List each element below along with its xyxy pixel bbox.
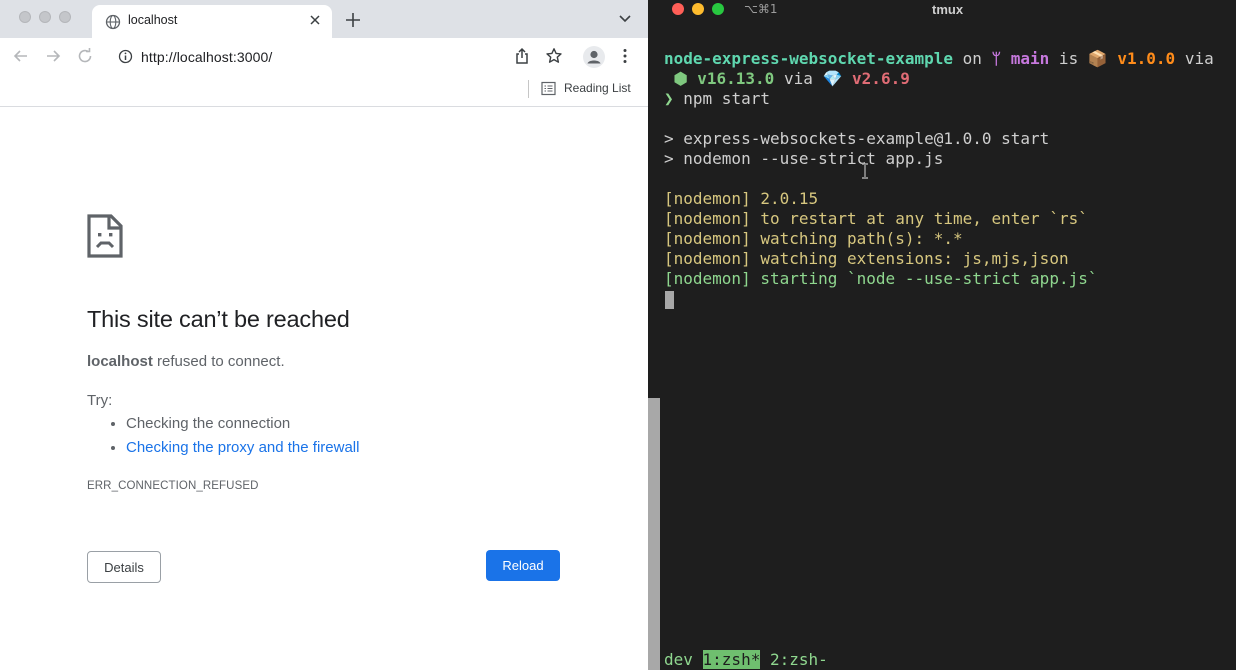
details-button[interactable]: Details bbox=[87, 551, 161, 583]
text-cursor-icon bbox=[862, 163, 868, 179]
prompt-ruby-version: v2.6.9 bbox=[842, 69, 910, 88]
tmux-window-2[interactable]: 2:zsh- bbox=[760, 650, 828, 669]
prompt-branch: main bbox=[1001, 49, 1050, 68]
output-line: > express-websockets-example@1.0.0 start bbox=[664, 129, 1050, 148]
tmux-window-1[interactable]: 1:zsh* bbox=[702, 650, 761, 669]
share-icon[interactable] bbox=[513, 47, 531, 65]
suggestion-check-proxy-link[interactable]: Checking the proxy and the firewall bbox=[126, 439, 359, 456]
error-code: ERR_CONNECTION_REFUSED bbox=[87, 480, 259, 492]
prompt-project: node-express-websocket-example bbox=[664, 49, 953, 68]
nodemon-line: [nodemon] to restart at any time, enter … bbox=[664, 209, 1088, 228]
browser-toolbar: http://localhost:3000/ bbox=[0, 38, 648, 75]
reading-list-button[interactable]: Reading List bbox=[564, 81, 631, 95]
prompt-is: is bbox=[1049, 49, 1088, 68]
error-description: localhost refused to connect. bbox=[87, 353, 285, 370]
terminal-shortcut: ⌥⌘1 bbox=[744, 2, 778, 16]
bookmarks-divider bbox=[528, 80, 529, 98]
tmux-status-bar: dev 1:zsh* 2:zsh- bbox=[664, 650, 828, 670]
nodemon-line: [nodemon] watching extensions: js,mjs,js… bbox=[664, 249, 1069, 268]
terminal-close-button[interactable] bbox=[672, 3, 684, 15]
prompt-node-version: v16.13.0 bbox=[687, 69, 775, 88]
reading-list-icon[interactable] bbox=[541, 81, 556, 96]
node-icon: ⬢ bbox=[673, 69, 688, 88]
error-page: This site can’t be reached localhost ref… bbox=[0, 107, 648, 670]
terminal-minimize-button[interactable] bbox=[692, 3, 704, 15]
star-icon[interactable] bbox=[545, 47, 563, 65]
chevron-down-icon[interactable] bbox=[618, 14, 632, 24]
terminal-titlebar: ⌥⌘1 tmux bbox=[660, 0, 1236, 18]
list-item: Checking the proxy and the firewall bbox=[126, 437, 359, 461]
error-message: refused to connect. bbox=[152, 353, 285, 370]
window-zoom-button[interactable] bbox=[59, 11, 71, 23]
nodemon-line: [nodemon] watching path(s): *.* bbox=[664, 229, 963, 248]
output-line: > nodemon --use-strict app.js bbox=[664, 149, 944, 168]
terminal-title: tmux bbox=[932, 2, 964, 17]
tab-localhost[interactable]: localhost bbox=[92, 5, 332, 38]
prompt-chevron: ❯ bbox=[664, 89, 674, 108]
globe-icon bbox=[105, 14, 121, 30]
terminal-cursor bbox=[665, 291, 674, 309]
close-icon[interactable] bbox=[307, 12, 323, 28]
package-icon: 📦 bbox=[1087, 49, 1108, 68]
prompt-version: v1.0.0 bbox=[1107, 49, 1176, 68]
suggestion-list: Checking the connection Checking the pro… bbox=[108, 413, 359, 461]
bookmarks-bar: Reading List bbox=[0, 75, 648, 107]
desktop-gap bbox=[648, 0, 660, 670]
tmux-session-name: dev bbox=[664, 650, 703, 669]
command-line: ❯ npm start bbox=[664, 89, 770, 109]
info-icon[interactable] bbox=[118, 49, 133, 64]
reload-button[interactable]: Reload bbox=[486, 550, 560, 581]
tab-title: localhost bbox=[128, 13, 178, 27]
window-minimize-button[interactable] bbox=[39, 11, 51, 23]
window-close-button[interactable] bbox=[19, 11, 31, 23]
try-label: Try: bbox=[87, 392, 113, 409]
terminal-zoom-button[interactable] bbox=[712, 3, 724, 15]
prompt-on: on bbox=[952, 49, 992, 68]
prompt-line-2: ⬢ v16.13.0 via 💎 v2.6.9 bbox=[664, 69, 910, 89]
back-icon[interactable] bbox=[12, 47, 30, 65]
url-text: http://localhost:3000/ bbox=[141, 49, 273, 65]
prompt-via: via bbox=[1175, 49, 1214, 68]
error-host: localhost bbox=[87, 353, 153, 370]
typed-command: npm start bbox=[673, 89, 770, 108]
reload-icon[interactable] bbox=[76, 47, 94, 65]
sad-page-icon bbox=[87, 214, 123, 258]
terminal-window: ⌥⌘1 tmux node-express-websocket-example … bbox=[660, 0, 1236, 670]
profile-icon[interactable] bbox=[583, 46, 605, 68]
ruby-icon: 💎 bbox=[822, 69, 843, 88]
error-title: This site can’t be reached bbox=[87, 306, 350, 332]
suggestion-check-connection: Checking the connection bbox=[126, 415, 291, 432]
address-bar[interactable]: http://localhost:3000/ bbox=[108, 41, 504, 71]
list-item: Checking the connection bbox=[126, 413, 359, 437]
browser-window: localhost http://localhost:3000/ Reading… bbox=[0, 0, 648, 670]
prompt-via-2: via bbox=[774, 69, 823, 88]
nodemon-starting-line: [nodemon] starting `node --use-strict ap… bbox=[664, 269, 1098, 288]
kebab-menu-icon[interactable] bbox=[616, 47, 634, 65]
branch-icon: ᛘ bbox=[991, 49, 1002, 68]
forward-icon[interactable] bbox=[44, 47, 62, 65]
plus-icon[interactable] bbox=[344, 11, 362, 29]
prompt-line-1: node-express-websocket-example on ᛘ main… bbox=[664, 49, 1214, 69]
nodemon-line: [nodemon] 2.0.15 bbox=[664, 189, 819, 208]
tab-strip: localhost bbox=[0, 0, 648, 38]
